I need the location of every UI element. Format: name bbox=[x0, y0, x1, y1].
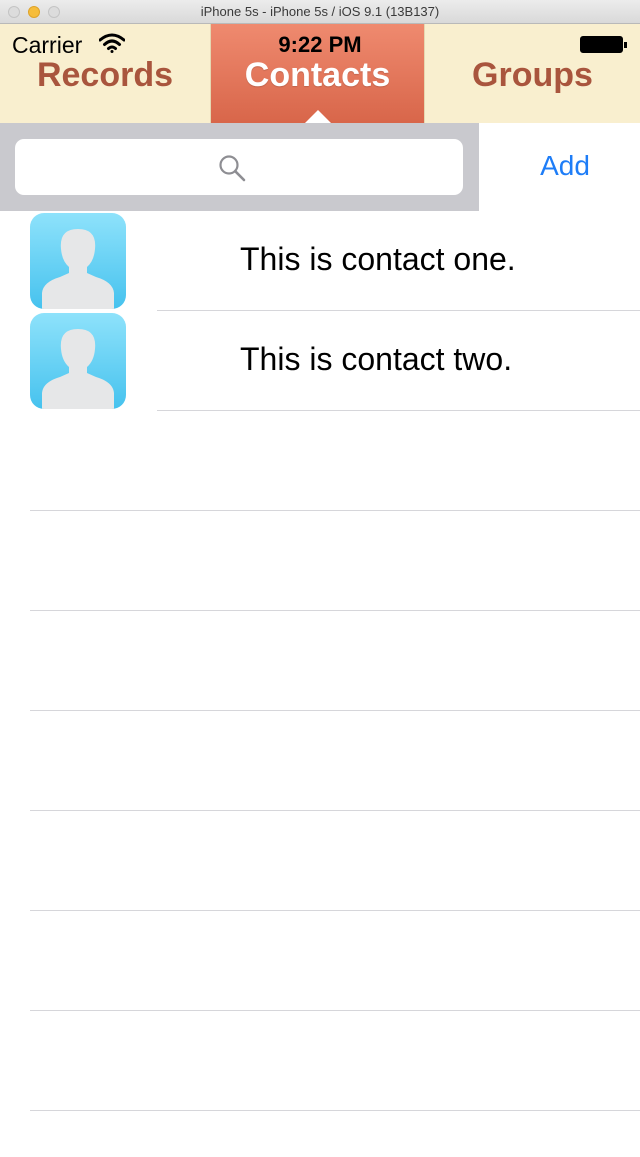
search-icon bbox=[219, 155, 246, 182]
empty-row-divider bbox=[30, 610, 640, 611]
empty-row-divider bbox=[30, 910, 640, 911]
add-button[interactable]: Add bbox=[520, 150, 610, 182]
simulator-title-bar: iPhone 5s - iPhone 5s / iOS 9.1 (13B137) bbox=[0, 0, 640, 24]
empty-row-divider bbox=[30, 710, 640, 711]
empty-row-divider bbox=[30, 1110, 640, 1111]
selected-tab-pointer bbox=[305, 110, 331, 123]
row-divider bbox=[157, 410, 640, 411]
contact-name: This is contact one. bbox=[240, 241, 516, 277]
battery-icon bbox=[580, 36, 627, 53]
avatar-icon bbox=[30, 313, 126, 409]
empty-row-divider bbox=[30, 510, 640, 511]
status-clock: 9:22 PM bbox=[278, 32, 362, 57]
window-title: iPhone 5s - iPhone 5s / iOS 9.1 (13B137) bbox=[200, 4, 440, 19]
contact-name: This is contact two. bbox=[240, 341, 513, 377]
tab-contacts-label: Contacts bbox=[244, 56, 391, 94]
contact-row[interactable]: This is contact two. bbox=[0, 311, 640, 411]
contact-row[interactable]: This is contact one. bbox=[0, 211, 640, 311]
tab-records-label: Records bbox=[36, 56, 174, 94]
empty-row-divider bbox=[30, 810, 640, 811]
empty-row-divider bbox=[30, 1010, 640, 1011]
avatar-icon bbox=[30, 213, 126, 309]
tab-groups-label: Groups bbox=[472, 56, 593, 94]
